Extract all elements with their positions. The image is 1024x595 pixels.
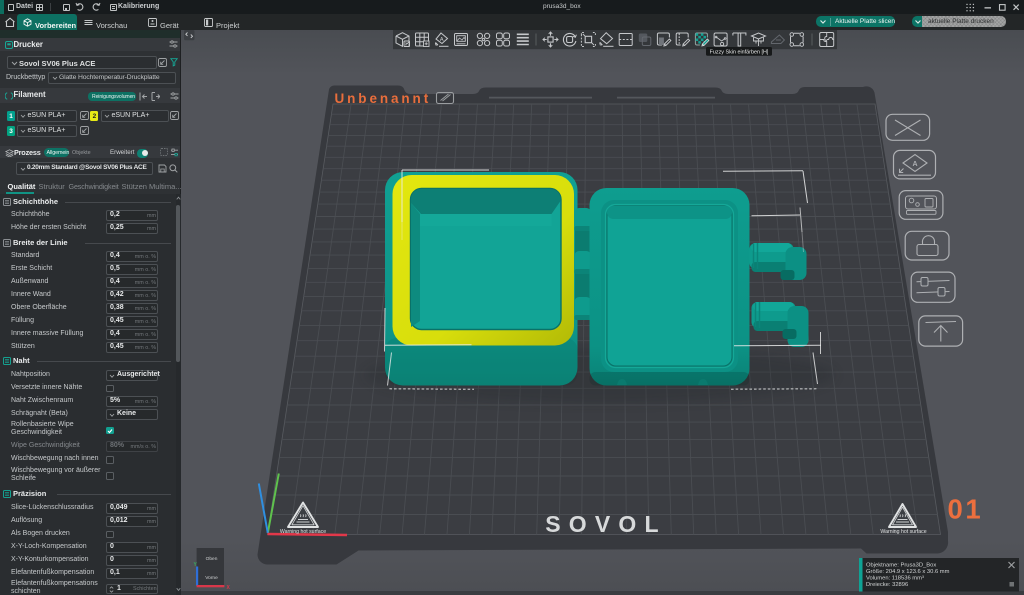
svg-text:Unbenannt: Unbenannt	[335, 91, 432, 106]
svg-text:Fuzzy Skin einfärben [H]: Fuzzy Skin einfärben [H]	[710, 49, 769, 55]
svg-text:Warning hot surface: Warning hot surface	[280, 529, 326, 535]
svg-text:Vorne: Vorne	[205, 575, 218, 581]
svg-text:SOVOL: SOVOL	[545, 511, 667, 537]
svg-text:Oben: Oben	[206, 556, 218, 562]
svg-text:A: A	[440, 37, 444, 43]
svg-text:Dreiecke: 32896: Dreiecke: 32896	[866, 582, 908, 588]
svg-text:Objektname: Prusa3D_Box: Objektname: Prusa3D_Box	[866, 563, 936, 569]
svg-text:A: A	[912, 161, 917, 168]
svg-text:Warning hot surface: Warning hot surface	[880, 529, 926, 535]
svg-text:01: 01	[948, 494, 984, 525]
svg-text:Größe: 204.9 x 123.6 x 30.6 mm: Größe: 204.9 x 123.6 x 30.6 mm	[866, 569, 950, 575]
svg-text:Volumen: 118536 mm³: Volumen: 118536 mm³	[866, 576, 924, 582]
